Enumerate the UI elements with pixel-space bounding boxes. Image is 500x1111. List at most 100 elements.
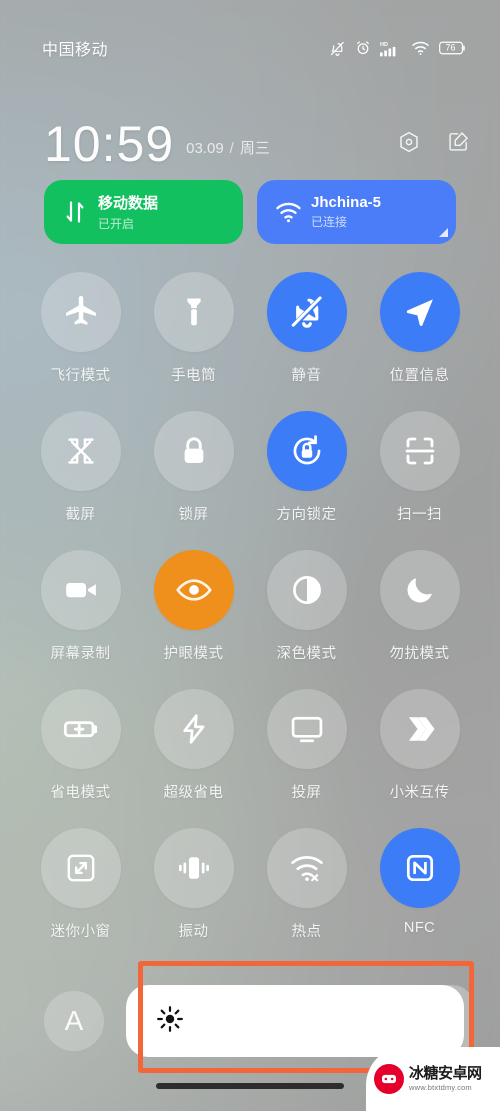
clock-date-group: 03.09 / 周三 <box>186 137 270 158</box>
mobile-data-card[interactable]: 移动数据 已开启 <box>44 180 243 244</box>
rotation-lock-icon <box>288 432 326 470</box>
cast-screen-icon <box>288 710 326 748</box>
toggle-row: 迷你小窗 振动 热点 NFC <box>24 828 476 967</box>
toggle-circle[interactable] <box>379 550 460 630</box>
wifi-icon <box>411 40 430 56</box>
watermark: 冰糖安卓网 www.btxtdmy.com <box>366 1047 500 1111</box>
toggle-mini-window[interactable]: 迷你小窗 <box>24 828 137 967</box>
toggle-circle[interactable] <box>379 272 460 352</box>
wifi-status: 已连接 <box>311 215 348 229</box>
airplane-icon <box>61 292 101 332</box>
connectivity-cards: 移动数据 已开启 Jhchina-5 已连接 <box>0 180 500 244</box>
toggle-circle[interactable] <box>266 272 347 352</box>
clock-date: 03.09 <box>186 139 224 157</box>
flashlight-icon <box>176 294 212 330</box>
toggle-label: 超级省电 <box>163 785 224 801</box>
svg-text:HD: HD <box>380 42 388 48</box>
toggle-dark-mode[interactable]: 深色模式 <box>250 550 363 689</box>
toggle-location[interactable]: 位置信息 <box>363 272 476 411</box>
clock-time: 10:59 <box>44 116 175 172</box>
toggle-circle[interactable] <box>40 828 121 908</box>
hd-signal-icon: HD <box>380 40 402 57</box>
toggle-eye-care[interactable]: 护眼模式 <box>137 550 250 689</box>
toggle-grid: 飞行模式 手电筒 静音 位置信息 截屏 锁屏 方向锁定 扫一扫 屏幕录制 护眼模… <box>0 272 500 967</box>
watermark-logo-icon <box>374 1064 404 1094</box>
watermark-site-name: 冰糖安卓网 <box>409 1065 482 1083</box>
toggle-screen-record[interactable]: 屏幕录制 <box>24 550 137 689</box>
status-icon-group: HD 76 <box>329 40 466 57</box>
toggle-battery-saver[interactable]: 省电模式 <box>24 689 137 828</box>
toggle-vibrate[interactable]: 振动 <box>137 828 250 967</box>
toggle-label: 截屏 <box>65 507 96 523</box>
toggle-circle[interactable] <box>266 828 347 908</box>
toggle-label: 位置信息 <box>389 368 450 384</box>
toggle-label: 静音 <box>291 368 322 384</box>
toggle-label: 方向锁定 <box>276 507 337 523</box>
watermark-url: www.btxtdmy.com <box>409 1083 472 1093</box>
alarm-icon <box>355 40 371 56</box>
clock-row: 10:59 03.09 / 周三 <box>0 112 500 176</box>
toggle-ultra-battery-saver[interactable]: 超级省电 <box>137 689 250 828</box>
bell-muted-icon <box>288 293 326 331</box>
toggle-hotspot[interactable]: 热点 <box>250 828 363 967</box>
wifi-card[interactable]: Jhchina-5 已连接 <box>257 180 456 244</box>
toggle-circle[interactable] <box>40 689 121 769</box>
toggle-mi-share[interactable]: 小米互传 <box>363 689 476 828</box>
toggle-circle[interactable] <box>153 828 234 908</box>
toggle-scan[interactable]: 扫一扫 <box>363 411 476 550</box>
battery-percent-label: 76 <box>445 42 456 53</box>
toggle-lock-screen[interactable]: 锁屏 <box>137 411 250 550</box>
quick-settings-panel: 中国移动 HD 76 10:59 03.09 / 周三 移动数据 已开启 Jhc… <box>0 0 500 1111</box>
mini-window-icon <box>64 851 98 885</box>
toggle-circle[interactable] <box>266 550 347 630</box>
settings-gear-icon[interactable] <box>397 130 421 159</box>
nfc-icon <box>402 850 438 886</box>
scan-icon <box>402 433 438 469</box>
battery-icon: 76 <box>439 41 466 55</box>
status-bar: 中国移动 HD 76 <box>0 0 500 96</box>
toggle-row: 飞行模式 手电筒 静音 位置信息 <box>24 272 476 411</box>
toggle-flashlight[interactable]: 手电筒 <box>137 272 250 411</box>
toggle-label: 迷你小窗 <box>50 924 111 940</box>
wifi-icon <box>271 201 305 223</box>
toggle-circle[interactable] <box>266 411 347 491</box>
toggle-circle[interactable] <box>266 689 347 769</box>
toggle-circle[interactable] <box>379 411 460 491</box>
contrast-icon <box>289 572 325 608</box>
toggle-circle[interactable] <box>40 272 121 352</box>
toggle-nfc[interactable]: NFC <box>363 828 476 967</box>
toggle-cast[interactable]: 投屏 <box>250 689 363 828</box>
toggle-circle[interactable] <box>379 828 460 908</box>
toggle-label: 飞行模式 <box>50 368 111 384</box>
toggle-row: 省电模式 超级省电 投屏 小米互传 <box>24 689 476 828</box>
toggle-screenshot[interactable]: 截屏 <box>24 411 137 550</box>
toggle-circle[interactable] <box>379 689 460 769</box>
toggle-circle[interactable] <box>153 550 234 630</box>
toggle-label: 锁屏 <box>178 507 209 523</box>
toggle-circle[interactable] <box>40 550 121 630</box>
home-indicator[interactable] <box>156 1083 344 1089</box>
toggle-label: 投屏 <box>291 785 322 801</box>
lock-icon <box>177 434 211 468</box>
carrier-label: 中国移动 <box>42 42 109 59</box>
edit-icon[interactable] <box>447 130 470 158</box>
auto-brightness-button[interactable]: A <box>44 991 104 1051</box>
expand-corner-icon[interactable] <box>439 228 448 237</box>
watermark-text: 冰糖安卓网 www.btxtdmy.com <box>409 1066 482 1092</box>
toggle-label: 振动 <box>178 924 209 940</box>
hotspot-icon <box>289 850 325 886</box>
moon-icon <box>403 573 437 607</box>
toggle-circle[interactable] <box>40 411 121 491</box>
toggle-rotation-lock[interactable]: 方向锁定 <box>250 411 363 550</box>
toggle-do-not-disturb[interactable]: 勿扰模式 <box>363 550 476 689</box>
toggle-circle[interactable] <box>153 411 234 491</box>
vibrate-icon <box>175 849 213 887</box>
mobile-data-status: 已开启 <box>98 217 135 231</box>
bolt-icon <box>177 712 211 746</box>
toggle-circle[interactable] <box>153 689 234 769</box>
date-separator: / <box>229 139 234 157</box>
toggle-airplane-mode[interactable]: 飞行模式 <box>24 272 137 411</box>
toggle-silent[interactable]: 静音 <box>250 272 363 411</box>
toggle-label: 深色模式 <box>276 646 337 662</box>
toggle-circle[interactable] <box>153 272 234 352</box>
